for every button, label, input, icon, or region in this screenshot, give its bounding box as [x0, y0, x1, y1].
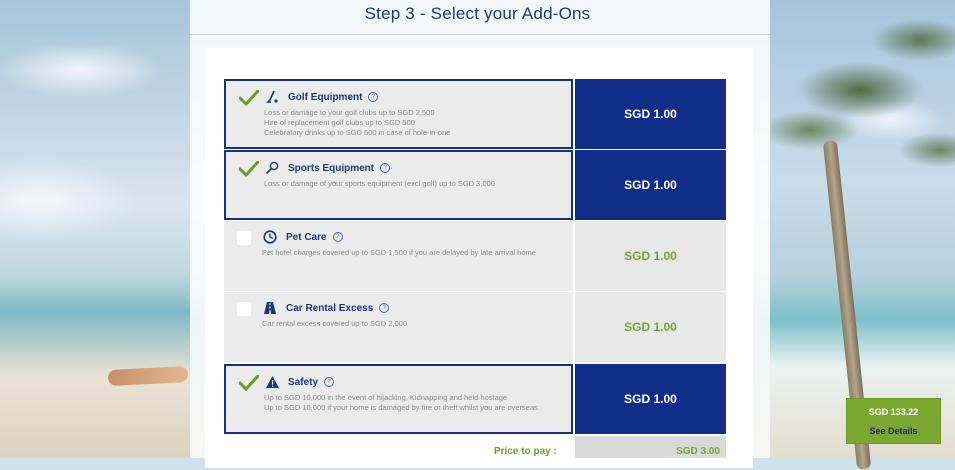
help-icon[interactable]: ? [332, 232, 343, 242]
help-icon[interactable]: ? [380, 163, 391, 173]
checkmark-icon[interactable] [239, 90, 259, 106]
summary-amount: SGD 133.22 [868, 407, 919, 417]
addon-title: Pet Care? [286, 232, 343, 243]
addon-title: Car Rental Excess? [286, 303, 390, 314]
addon-description: Loss or damage to your golf clubs up to … [264, 108, 451, 137]
background-beach-left [0, 0, 190, 458]
help-icon[interactable]: ? [324, 377, 335, 387]
addon-description: Car rental excess covered up to SGD 2,00… [262, 319, 408, 328]
addon-info[interactable]: Sports Equipment? Loss or damage of your… [224, 150, 573, 220]
unchecked-checkbox[interactable] [237, 231, 251, 245]
addon-row-safety[interactable]: Safety? Up to SGD 10,000 in the event of… [224, 364, 726, 434]
addon-description: Pet hotel charges covered up to SGD 1,50… [262, 248, 536, 257]
addon-price[interactable]: SGD 1.00 [575, 364, 726, 434]
price-to-pay-box: SGD 3.00 [575, 436, 726, 458]
palm-leaves-image [770, 0, 955, 190]
addon-price[interactable]: SGD 1.00 [575, 221, 726, 291]
addon-info[interactable]: Safety? Up to SGD 10,000 in the event of… [224, 364, 573, 434]
addon-price[interactable]: SGD 1.00 [575, 150, 726, 220]
addon-price[interactable]: SGD 1.00 [575, 292, 726, 362]
addon-row-pet-care[interactable]: Pet Care? Pet hotel charges covered up t… [224, 221, 726, 291]
unchecked-checkbox[interactable] [237, 302, 251, 316]
help-icon[interactable]: ? [379, 303, 390, 313]
price-to-pay-row: Price to pay : SGD 3.00 [224, 436, 726, 458]
addon-row-golf-equipment[interactable]: Golf Equipment? Loss or damage to your g… [224, 79, 726, 149]
racket-icon [264, 160, 280, 176]
addon-row-car-rental-excess[interactable]: Car Rental Excess? Car rental excess cov… [224, 292, 726, 362]
addon-price[interactable]: SGD 1.00 [575, 79, 726, 149]
page-title: Step 3 - Select your Add-Ons [364, 4, 591, 23]
addon-info[interactable]: Golf Equipment? Loss or damage to your g… [224, 79, 573, 149]
addon-description: Loss or damage of your sports equipment … [264, 179, 495, 188]
addon-title: Safety? [288, 377, 335, 388]
checkmark-icon[interactable] [239, 375, 259, 391]
addon-description: Up to SGD 10,000 in the event of hijacki… [264, 393, 538, 412]
golf-club-icon [264, 89, 280, 105]
price-to-pay-label: Price to pay : [494, 446, 557, 457]
addon-title: Sports Equipment? [288, 163, 391, 174]
addon-title: Golf Equipment? [288, 92, 379, 103]
addon-row-sports-equipment[interactable]: Sports Equipment? Loss or damage of your… [224, 150, 726, 220]
clock-icon [262, 229, 278, 245]
warning-icon [264, 374, 280, 390]
checkmark-icon[interactable] [239, 161, 259, 177]
road-icon [262, 300, 278, 316]
help-icon[interactable]: ? [368, 92, 379, 102]
price-to-pay-value: SGD 3.00 [676, 446, 720, 457]
addon-info[interactable]: Car Rental Excess? Car rental excess cov… [224, 292, 573, 362]
see-details-link[interactable]: See Details [847, 426, 940, 436]
addon-info[interactable]: Pet Care? Pet hotel charges covered up t… [224, 221, 573, 291]
summary-box[interactable]: SGD 133.22 See Details [846, 398, 941, 444]
